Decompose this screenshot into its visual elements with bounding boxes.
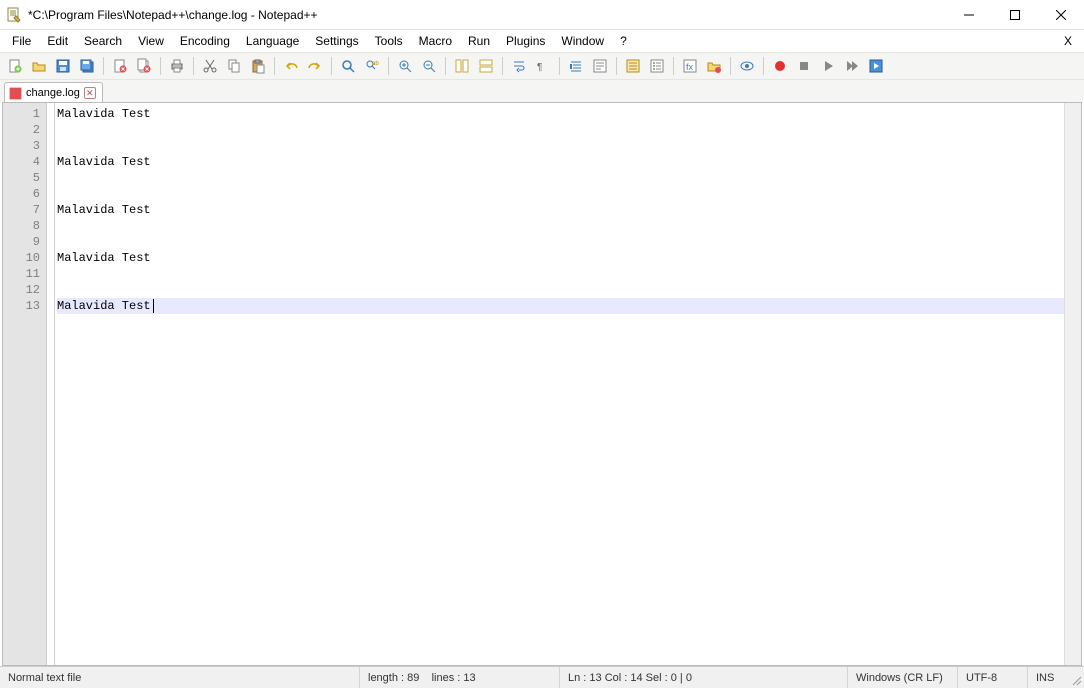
udl-icon[interactable] — [589, 55, 611, 77]
editor-line[interactable] — [57, 218, 1064, 234]
app-icon — [6, 7, 22, 23]
paste-icon[interactable] — [247, 55, 269, 77]
editor-line[interactable] — [57, 122, 1064, 138]
open-icon[interactable] — [28, 55, 50, 77]
sync-h-icon[interactable] — [475, 55, 497, 77]
menu-view[interactable]: View — [130, 32, 172, 50]
tab-change-log[interactable]: change.log ✕ — [4, 82, 103, 103]
menu-settings[interactable]: Settings — [307, 32, 366, 50]
wordwrap-icon[interactable] — [508, 55, 530, 77]
menu-language[interactable]: Language — [238, 32, 307, 50]
menu-close-x[interactable]: X — [1056, 32, 1080, 50]
cut-icon[interactable] — [199, 55, 221, 77]
editor-line[interactable]: Malavida Test — [57, 250, 1064, 266]
editor-line[interactable] — [57, 170, 1064, 186]
minimize-button[interactable] — [946, 0, 992, 29]
window-title: *C:\Program Files\Notepad++\change.log -… — [28, 8, 946, 22]
doc-map-icon[interactable] — [622, 55, 644, 77]
editor-line[interactable]: Malavida Test — [57, 154, 1064, 170]
print-icon[interactable] — [166, 55, 188, 77]
editor: 12345678910111213 Malavida TestMalavida … — [2, 102, 1082, 666]
status-position: Ln : 13 Col : 14 Sel : 0 | 0 — [560, 667, 848, 688]
menu-help[interactable]: ? — [612, 32, 635, 50]
save-icon[interactable] — [52, 55, 74, 77]
record-icon[interactable] — [769, 55, 791, 77]
tab-close-icon[interactable]: ✕ — [84, 87, 96, 99]
indent-guide-icon[interactable] — [565, 55, 587, 77]
editor-line[interactable] — [57, 282, 1064, 298]
status-eol[interactable]: Windows (CR LF) — [848, 667, 958, 688]
close-button[interactable] — [1038, 0, 1084, 29]
toolbar: ab ¶ fx — [0, 52, 1084, 80]
save-macro-icon[interactable] — [865, 55, 887, 77]
editor-line[interactable]: Malavida Test — [57, 202, 1064, 218]
editor-line[interactable] — [57, 186, 1064, 202]
menu-file[interactable]: File — [4, 32, 39, 50]
maximize-button[interactable] — [992, 0, 1038, 29]
close-file-icon[interactable] — [109, 55, 131, 77]
menu-window[interactable]: Window — [553, 32, 612, 50]
file-red-icon — [9, 87, 22, 100]
menu-macro[interactable]: Macro — [411, 32, 460, 50]
status-encoding[interactable]: UTF-8 — [958, 667, 1028, 688]
line-number-gutter: 12345678910111213 — [3, 103, 47, 665]
new-icon[interactable] — [4, 55, 26, 77]
sync-v-icon[interactable] — [451, 55, 473, 77]
zoom-in-icon[interactable] — [394, 55, 416, 77]
close-all-icon[interactable] — [133, 55, 155, 77]
save-all-icon[interactable] — [76, 55, 98, 77]
menu-search[interactable]: Search — [76, 32, 130, 50]
menu-encoding[interactable]: Encoding — [172, 32, 238, 50]
menu-run[interactable]: Run — [460, 32, 498, 50]
status-filetype: Normal text file — [0, 667, 360, 688]
undo-icon[interactable] — [280, 55, 302, 77]
redo-icon[interactable] — [304, 55, 326, 77]
editor-line[interactable]: Malavida Test — [57, 106, 1064, 122]
menu-tools[interactable]: Tools — [367, 32, 411, 50]
fold-margin — [47, 103, 55, 665]
status-length: length : 89 lines : 13 — [360, 667, 560, 688]
func-list-icon[interactable]: fx — [679, 55, 701, 77]
menu-edit[interactable]: Edit — [39, 32, 76, 50]
copy-icon[interactable] — [223, 55, 245, 77]
doc-list-icon[interactable] — [646, 55, 668, 77]
editor-content[interactable]: Malavida Test Malavida Test Malavida Test M… — [55, 103, 1064, 665]
play-multi-icon[interactable] — [841, 55, 863, 77]
replace-icon[interactable]: ab — [361, 55, 383, 77]
vertical-scrollbar[interactable] — [1064, 103, 1081, 665]
folder-icon[interactable] — [703, 55, 725, 77]
all-chars-icon[interactable]: ¶ — [532, 55, 554, 77]
svg-text:ab: ab — [372, 61, 379, 67]
editor-line[interactable] — [57, 234, 1064, 250]
editor-line[interactable] — [57, 138, 1064, 154]
menu-bar: File Edit Search View Encoding Language … — [0, 30, 1084, 52]
editor-line[interactable] — [57, 266, 1064, 282]
tab-label: change.log — [26, 87, 80, 99]
find-icon[interactable] — [337, 55, 359, 77]
menu-plugins[interactable]: Plugins — [498, 32, 553, 50]
editor-line[interactable]: Malavida Test — [57, 298, 1064, 314]
status-mode[interactable]: INS — [1028, 667, 1068, 688]
stop-icon[interactable] — [793, 55, 815, 77]
status-bar: Normal text file length : 89 lines : 13 … — [0, 666, 1084, 688]
svg-text:¶: ¶ — [537, 62, 542, 73]
monitor-icon[interactable] — [736, 55, 758, 77]
title-bar: *C:\Program Files\Notepad++\change.log -… — [0, 0, 1084, 30]
tab-bar: change.log ✕ — [0, 80, 1084, 102]
zoom-out-icon[interactable] — [418, 55, 440, 77]
play-icon[interactable] — [817, 55, 839, 77]
resize-grip[interactable] — [1068, 667, 1084, 688]
svg-text:fx: fx — [686, 62, 694, 72]
